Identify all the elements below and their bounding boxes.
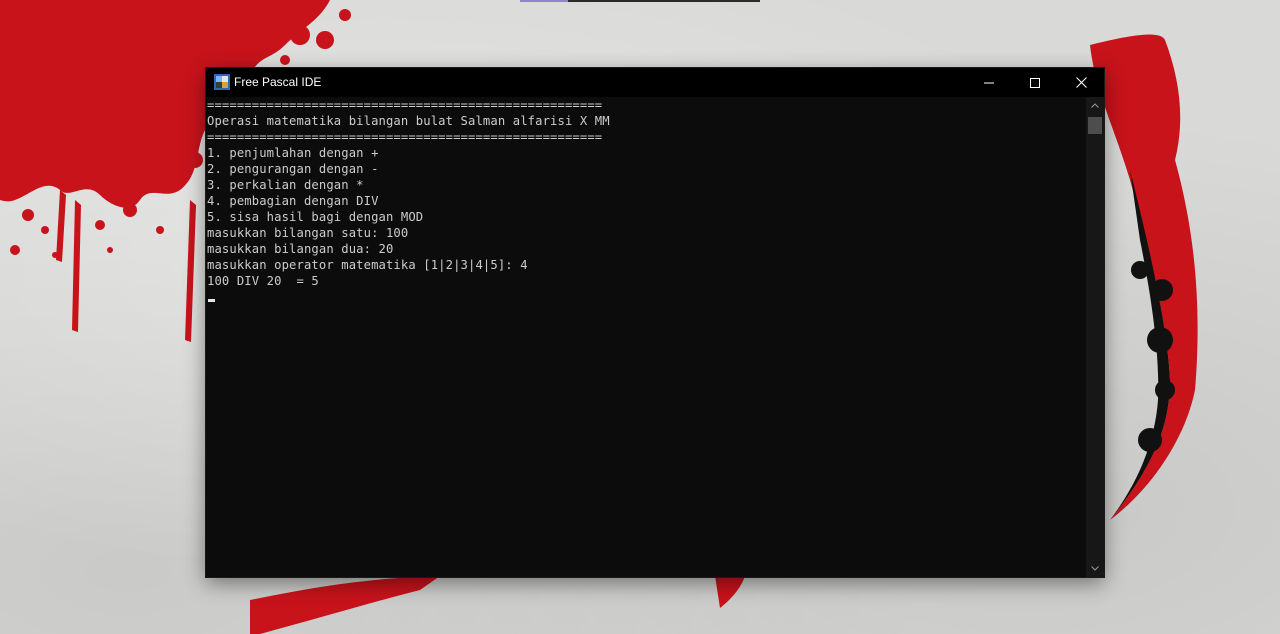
chevron-down-icon [1091, 566, 1099, 571]
maximize-icon [1030, 77, 1040, 88]
console-line: 100 DIV 20 = 5 [207, 274, 319, 288]
free-pascal-window[interactable]: Free Pascal IDE ========================… [206, 68, 1104, 577]
vertical-scrollbar[interactable] [1086, 97, 1104, 577]
console-line: masukkan operator matematika [1|2|3|4|5]… [207, 258, 528, 272]
window-title: Free Pascal IDE [234, 75, 322, 89]
text-cursor [208, 299, 215, 302]
close-icon [1075, 77, 1087, 88]
console-line: 4. pembagian dengan DIV [207, 194, 379, 208]
scroll-down-button[interactable] [1086, 560, 1104, 577]
taskbar-accent [520, 0, 760, 2]
console-line: 1. penjumlahan dengan + [207, 146, 379, 160]
scroll-up-button[interactable] [1086, 97, 1104, 114]
console-line: 2. pengurangan dengan - [207, 162, 379, 176]
minimize-icon [984, 82, 994, 83]
console-line: Operasi matematika bilangan bulat Salman… [207, 114, 610, 128]
chevron-up-icon [1091, 103, 1099, 108]
console-line: ========================================… [207, 98, 603, 112]
free-pascal-app-icon [214, 74, 230, 90]
minimize-button[interactable] [966, 68, 1012, 97]
console-line: 3. perkalian dengan * [207, 178, 364, 192]
scroll-thumb[interactable] [1088, 117, 1102, 134]
console-line: masukkan bilangan satu: 100 [207, 226, 409, 240]
console-line: 5. sisa hasil bagi dengan MOD [207, 210, 424, 224]
maximize-button[interactable] [1012, 68, 1058, 97]
console-line: ========================================… [207, 130, 603, 144]
console-line: masukkan bilangan dua: 20 [207, 242, 394, 256]
close-button[interactable] [1058, 68, 1104, 97]
console-output[interactable]: ========================================… [206, 97, 1086, 577]
title-bar[interactable]: Free Pascal IDE [206, 68, 1104, 97]
console-input-line[interactable] [206, 289, 1086, 305]
